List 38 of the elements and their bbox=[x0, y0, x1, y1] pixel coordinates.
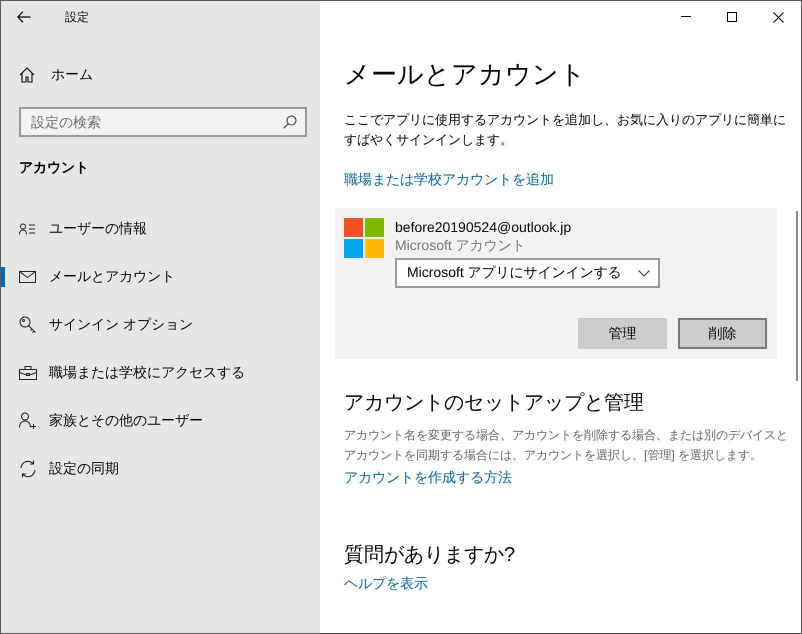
maximize-icon bbox=[727, 12, 737, 22]
home-link[interactable]: ホーム bbox=[19, 57, 93, 93]
page-title: メールとアカウント bbox=[344, 58, 586, 91]
description-text: ここでアプリに使用するアカウントを追加し、お気に入りのアプリに簡単にすばやくサインインします。 bbox=[344, 111, 787, 149]
account-type: Microsoft アカウント bbox=[395, 236, 527, 254]
sync-icon bbox=[19, 460, 37, 478]
sidebar-item[interactable]: メールとアカウント bbox=[1, 253, 320, 301]
minimize-icon bbox=[681, 16, 691, 18]
briefcase-icon bbox=[19, 366, 37, 380]
sidebar-item[interactable]: 設定の同期 bbox=[1, 445, 320, 493]
home-icon bbox=[19, 67, 35, 83]
help-link[interactable]: ヘルプを表示 bbox=[344, 575, 428, 593]
user-list-icon bbox=[19, 223, 35, 235]
section-text: アカウント名を変更する場合、アカウントを削除する場合、または別のデバイスとアカウントを同期する場合には、アカウントを選択し、[管理] を選択します。 bbox=[344, 427, 789, 464]
section-heading: アカウントのセットアップと管理 bbox=[344, 391, 644, 416]
account-email: before20190524@outlook.jp bbox=[395, 218, 572, 236]
back-arrow-icon bbox=[17, 11, 31, 23]
manage-button[interactable]: 管理 bbox=[578, 318, 667, 349]
add-user-icon bbox=[19, 412, 37, 430]
sidebar-item[interactable]: サインイン オプション bbox=[1, 301, 320, 349]
sidebar-item[interactable]: ユーザーの情報 bbox=[1, 205, 320, 253]
scrollbar[interactable] bbox=[796, 211, 798, 381]
sidebar-item[interactable]: 職場または学校にアクセスする bbox=[1, 349, 320, 397]
section-heading: アカウント bbox=[19, 159, 89, 177]
sign-in-dropdown[interactable]: Microsoft アプリにサインインする bbox=[395, 258, 660, 288]
how-to-link[interactable]: アカウントを作成する方法 bbox=[344, 469, 512, 487]
logo-icon bbox=[344, 218, 384, 258]
search-icon bbox=[283, 115, 297, 129]
chevron-down-icon bbox=[638, 270, 650, 276]
sidebar-item[interactable]: 家族とその他のユーザー bbox=[1, 397, 320, 445]
section-heading: 質問がありますか? bbox=[344, 543, 516, 568]
window-title: 設定 bbox=[65, 8, 89, 26]
key-icon bbox=[19, 316, 37, 334]
close-icon bbox=[772, 12, 784, 22]
add-account-link[interactable]: 職場または学校アカウントを追加 bbox=[344, 171, 554, 189]
search-field[interactable]: 設定の検索 bbox=[19, 107, 307, 137]
mail-icon bbox=[19, 271, 36, 283]
remove-button[interactable]: 削除 bbox=[678, 318, 767, 349]
